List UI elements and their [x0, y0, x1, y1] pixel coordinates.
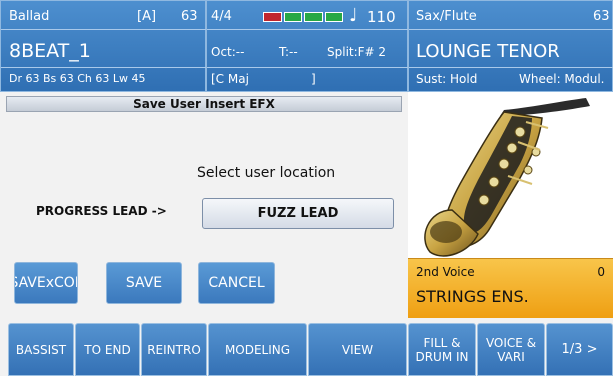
chord-value: [C Maj	[211, 72, 249, 86]
note-icon: ♩	[349, 5, 358, 26]
save-button[interactable]: SAVE	[106, 262, 182, 304]
save-insert-efx-dialog: Save User Insert EFX Select user locatio…	[0, 92, 408, 318]
voice-name: LOUNGE TENOR	[416, 41, 560, 62]
style-variation: 8BEAT_1	[9, 40, 91, 62]
second-voice-name: STRINGS ENS.	[416, 287, 529, 306]
chord-bracket: ]	[311, 72, 316, 86]
style-number: 63	[181, 9, 198, 24]
style-bank: [A]	[137, 9, 157, 24]
dialog-title-bar: Save User Insert EFX	[6, 96, 402, 112]
beat-led-1	[263, 12, 282, 22]
status-panel: 4/4 ♩ 110 Oct:-- T:-- Split:F# 2 [C Maj …	[206, 0, 409, 92]
saxophone-icon	[424, 98, 590, 257]
style-panel[interactable]: Ballad [A] 63 8BEAT_1 Dr 63 Bs 63 Ch 63 …	[0, 0, 207, 92]
tempo-value: 110	[367, 8, 396, 26]
octave-value: Oct:--	[211, 45, 245, 59]
dialog-title: Save User Insert EFX	[133, 97, 275, 111]
voice-number: 63	[593, 9, 610, 24]
to-end-button[interactable]: TO END	[75, 323, 140, 376]
second-voice-label: 2nd Voice	[416, 265, 475, 279]
page-next-button[interactable]: 1/3 >	[546, 323, 613, 376]
transpose-value: T:--	[279, 45, 298, 59]
time-signature: 4/4	[211, 9, 232, 24]
destination-value: FUZZ LEAD	[257, 206, 339, 221]
style-levels: Dr 63 Bs 63 Ch 63 Lw 45	[9, 72, 146, 85]
reintro-button[interactable]: REINTRO	[141, 323, 207, 376]
view-button[interactable]: VIEW	[308, 323, 407, 376]
voice-picture	[408, 92, 613, 258]
voice-panel[interactable]: Sax/Flute 63 LOUNGE TENOR Sust: Hold Whe…	[408, 0, 613, 92]
second-voice-number: 0	[597, 265, 605, 279]
wheel-value: Wheel: Modul.	[519, 72, 605, 86]
source-label: PROGRESS LEAD ->	[36, 204, 167, 218]
cancel-button[interactable]: CANCEL	[198, 262, 275, 304]
second-voice-panel[interactable]: 2nd Voice 0 STRINGS ENS.	[408, 258, 613, 318]
voice-category: Sax/Flute	[416, 9, 477, 24]
function-button-bar: BASSIST TO END REINTRO MODELING VIEW FIL…	[0, 318, 613, 376]
sustain-value: Sust: Hold	[416, 72, 478, 86]
style-name: Ballad	[9, 9, 50, 24]
save-by-collection-button[interactable]: SAVExCOL	[14, 262, 78, 304]
modeling-button[interactable]: MODELING	[208, 323, 307, 376]
beat-led-3	[304, 12, 323, 22]
fill-drum-in-button[interactable]: FILL & DRUM IN	[408, 323, 476, 376]
voice-vari-button[interactable]: VOICE & VARI	[477, 323, 545, 376]
beat-led-2	[283, 12, 302, 22]
destination-field[interactable]: FUZZ LEAD	[202, 198, 394, 229]
beat-led-4	[324, 12, 343, 22]
split-value: Split:F# 2	[327, 45, 387, 59]
beat-indicator	[263, 12, 343, 22]
dialog-prompt: Select user location	[197, 165, 336, 181]
bassist-button[interactable]: BASSIST	[8, 323, 74, 376]
